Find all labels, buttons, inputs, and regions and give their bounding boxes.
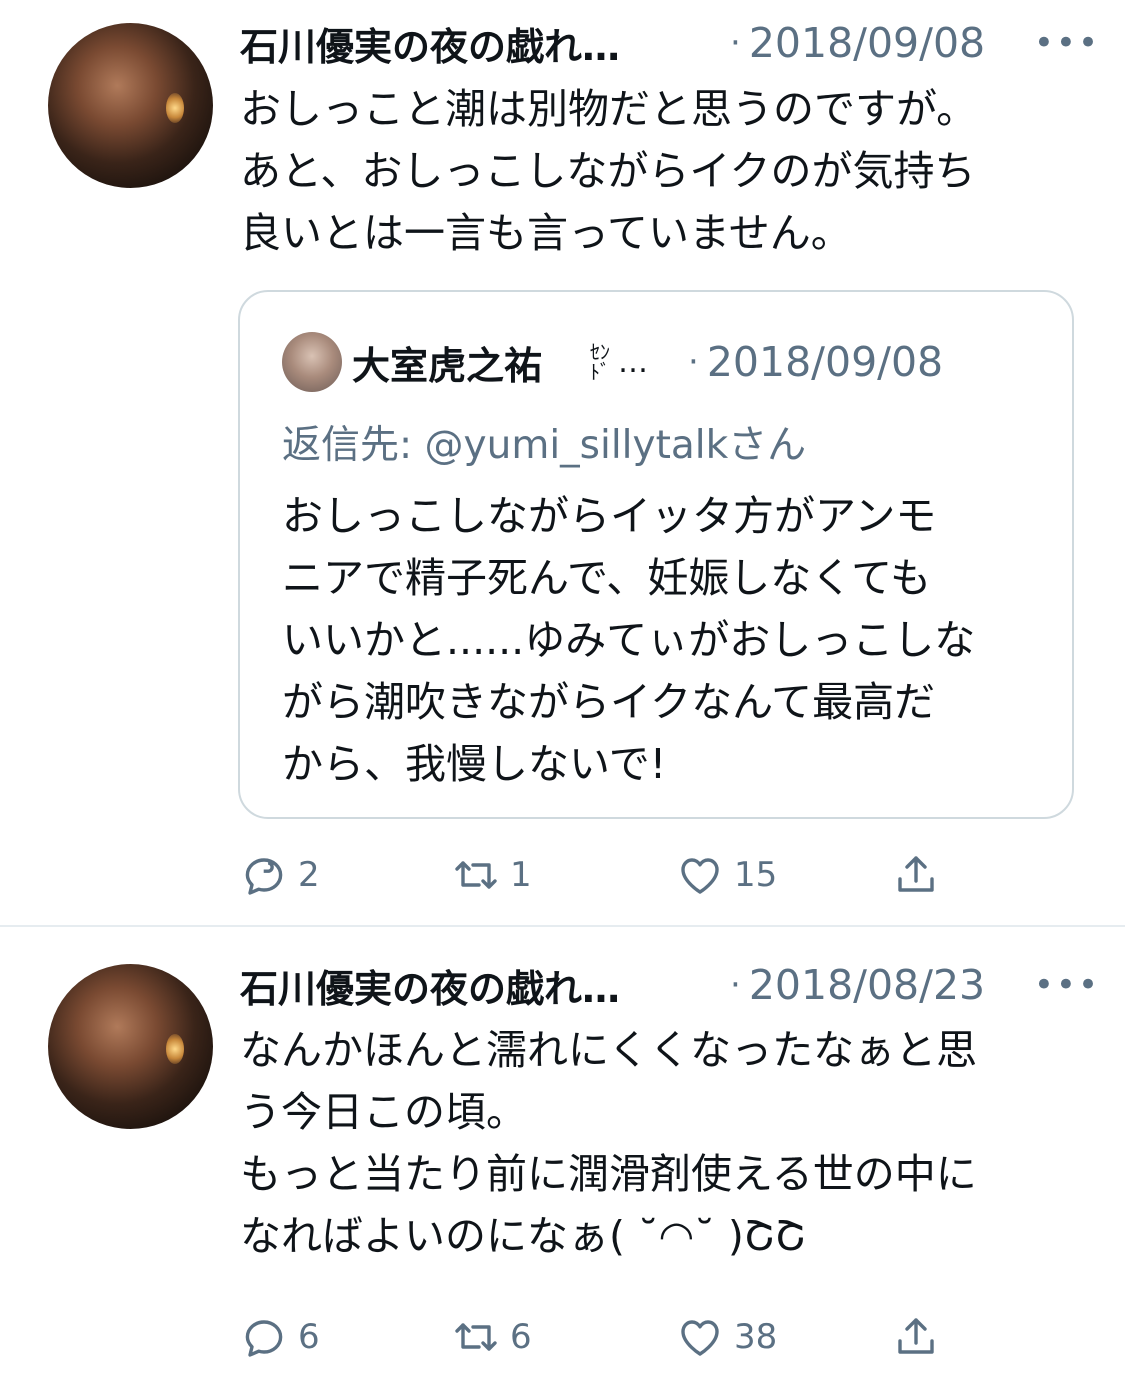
quoted-tweet[interactable]: 大室虎之祐 ｾﾝﾄﾞ … · 2018/09/08 返信先: @yumi_sil… [238, 290, 1074, 819]
more-options-icon[interactable]: ••• [1034, 965, 1100, 1005]
reply-icon [245, 858, 283, 895]
retweet-count: 6 [510, 1317, 532, 1357]
tweet-header: 石川優実の夜の戯れ… · 2018/08/23 ••• [240, 955, 1100, 1015]
tweet-header: 石川優実の夜の戯れ… · 2018/09/08 ••• [240, 13, 1100, 73]
tweet-actions: 2 1 15 [240, 845, 1000, 905]
reply-icon [245, 1320, 283, 1357]
like-count: 38 [734, 1317, 778, 1357]
like-button[interactable]: 38 [676, 1307, 777, 1367]
tweet-date[interactable]: 2018/08/23 [749, 961, 985, 1009]
avatar-candle-light [166, 93, 184, 123]
more-options-icon[interactable]: ••• [1034, 23, 1100, 63]
separator-dot: · [730, 23, 741, 63]
avatar[interactable] [48, 23, 213, 188]
tweet-text: なんかほんと濡れにくくなったなぁと思 う今日この頃。 もっと当たり前に潤滑剤使え… [240, 1026, 978, 1260]
share-icon [898, 1318, 934, 1354]
quoted-author-badge: ｾﾝﾄﾞ [590, 340, 611, 384]
retweet-button[interactable]: 1 [452, 845, 532, 905]
retweet-count: 1 [510, 855, 532, 895]
reply-count: 6 [298, 1317, 320, 1357]
retweet-button[interactable]: 6 [452, 1307, 532, 1367]
quoted-text: おしっこしながらイッタ方がアンモ ニアで精子死んで、妊娠しなくても いいかと..… [282, 492, 976, 788]
like-count: 15 [734, 855, 778, 895]
share-button[interactable] [892, 845, 940, 905]
heart-icon [681, 858, 719, 894]
separator-dot: · [688, 342, 699, 382]
quoted-avatar [282, 332, 342, 392]
quoted-author-name: 大室虎之祐 [352, 343, 543, 388]
reply-button[interactable]: 6 [240, 1307, 320, 1367]
retweet-icon [455, 1323, 497, 1351]
separator-dot: · [730, 965, 741, 1005]
like-button[interactable]: 15 [676, 845, 777, 905]
share-button[interactable] [892, 1307, 940, 1367]
quoted-header: 大室虎之祐 ｾﾝﾄﾞ … · 2018/09/08 [352, 332, 1052, 392]
retweet-icon [455, 861, 497, 889]
author-name[interactable]: 石川優実の夜の戯れ… [240, 958, 690, 1013]
avatar-candle-light [166, 1034, 184, 1064]
reply-to-label: 返信先: @yumi_sillytalkさん [282, 423, 807, 468]
tweet-actions: 6 6 38 [240, 1307, 1000, 1367]
reply-button[interactable]: 2 [240, 845, 320, 905]
share-icon [898, 856, 934, 892]
quoted-author-ellipsis: … [618, 344, 649, 380]
reply-count: 2 [298, 855, 320, 895]
heart-icon [681, 1320, 719, 1356]
avatar[interactable] [48, 964, 213, 1129]
author-name[interactable]: 石川優実の夜の戯れ… [240, 16, 690, 71]
tweet-text: おしっこと潮は別物だと思うのですが。 あと、おしっこしながらイクのが気持ち 良い… [240, 85, 978, 257]
tweet[interactable]: 石川優実の夜の戯れ… · 2018/09/08 ••• おしっこと潮は別物だと思… [0, 0, 1125, 925]
quoted-date: 2018/09/08 [706, 338, 944, 386]
tweet[interactable]: 石川優実の夜の戯れ… · 2018/08/23 ••• なんかほんと濡れにくくな… [0, 927, 1125, 1392]
tweet-date[interactable]: 2018/09/08 [749, 19, 985, 67]
